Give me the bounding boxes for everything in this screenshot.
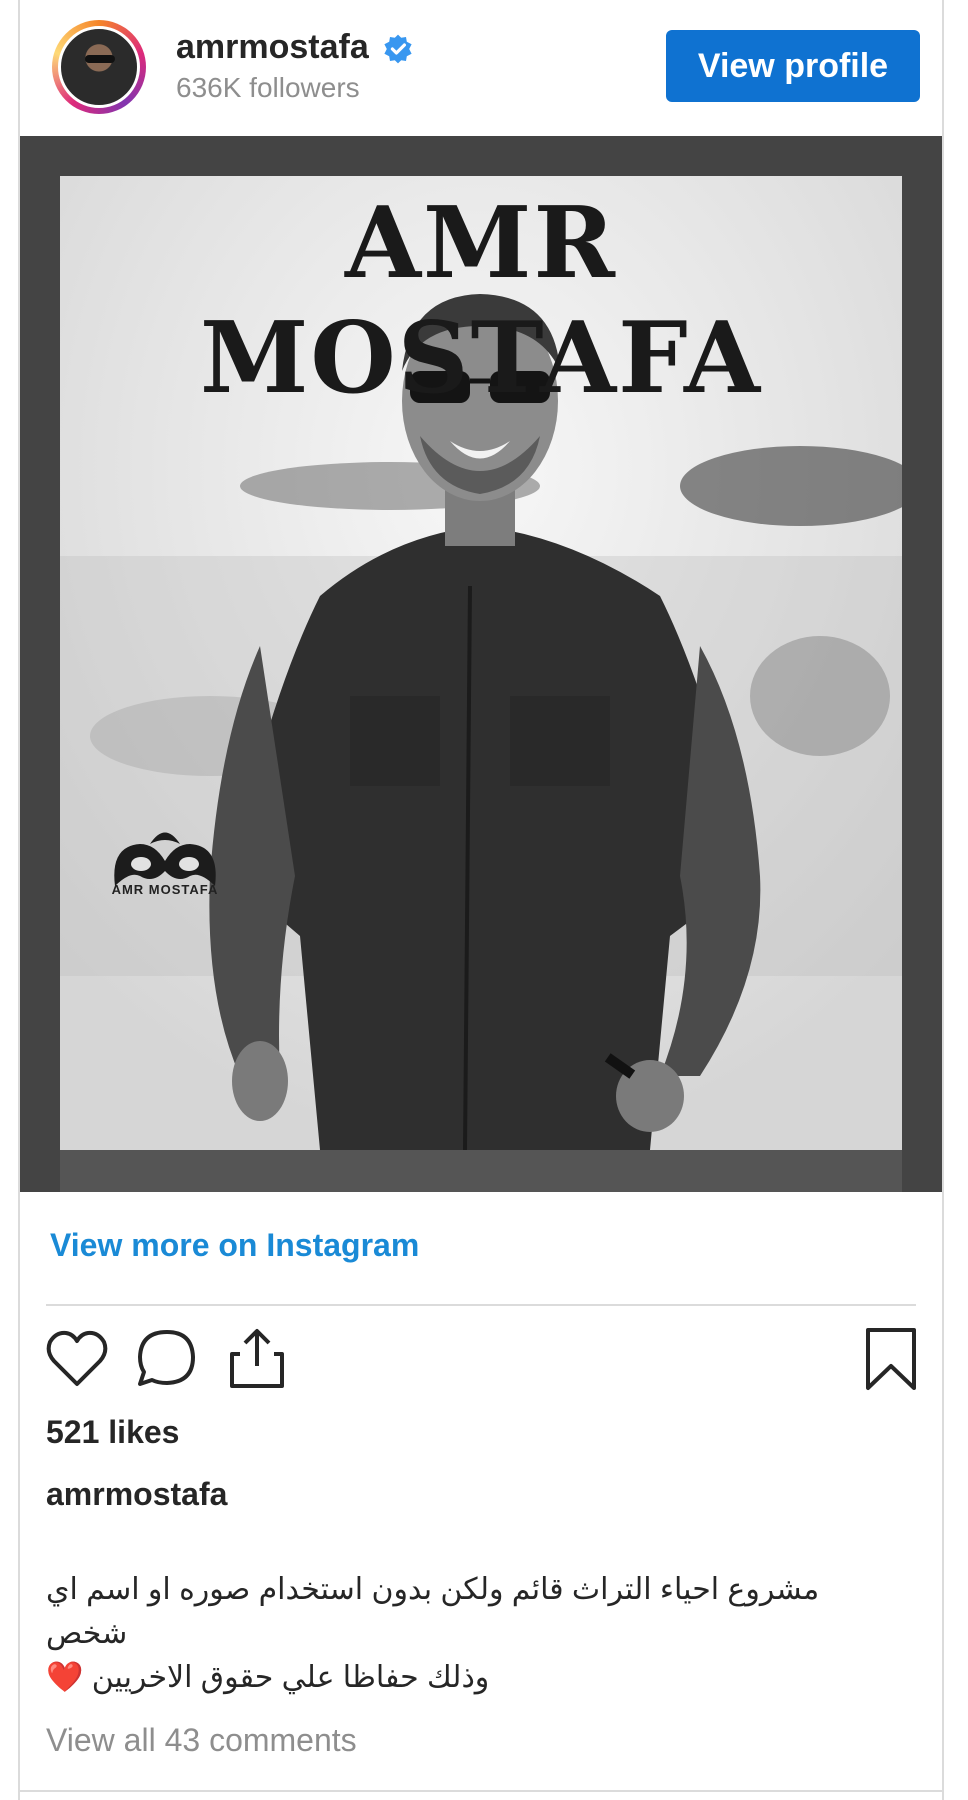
poster-title: AMR MOSTAFA [199,186,763,416]
caption-line: وذلك حفاظا علي حقوق الاخريين ❤️ [46,1661,490,1694]
poster-bottom-strip [60,1150,902,1192]
divider [46,1304,916,1306]
bookmark-icon[interactable] [858,1326,924,1392]
divider [20,1790,942,1792]
follower-count: 636K followers [176,72,360,103]
heart-icon[interactable] [44,1326,110,1392]
post-media[interactable]: AMR MOSTAFA AMR MOSTAFA [20,136,942,1192]
post-caption: مشروع احياء التراث قائم ولكن بدون استخدا… [46,1568,886,1700]
brand-logo-text: AMR MOSTAFA [111,882,219,897]
verified-badge-icon [384,34,412,64]
poster-image: AMR MOSTAFA AMR MOSTAFA [60,176,902,1150]
view-all-comments-link[interactable]: View all 43 comments [46,1722,357,1759]
view-profile-button[interactable]: View profile [666,30,920,102]
header-username[interactable]: amrmostafa [176,28,369,67]
caption-username[interactable]: amrmostafa [46,1476,227,1513]
avatar-sunglasses [85,55,115,63]
avatar-photo [58,26,140,108]
instagram-embed-card: amrmostafa 636K followers View profile A… [18,0,944,1800]
avatar[interactable] [52,20,146,114]
comment-bubble-icon[interactable] [134,1326,200,1392]
view-more-on-instagram-link[interactable]: View more on Instagram [50,1227,419,1264]
caption-line: مشروع احياء التراث قائم ولكن بدون استخدا… [46,1573,820,1650]
share-upload-icon[interactable] [224,1326,290,1392]
post-header: amrmostafa 636K followers View profile [20,0,942,136]
like-count[interactable]: 521 likes [46,1414,179,1451]
